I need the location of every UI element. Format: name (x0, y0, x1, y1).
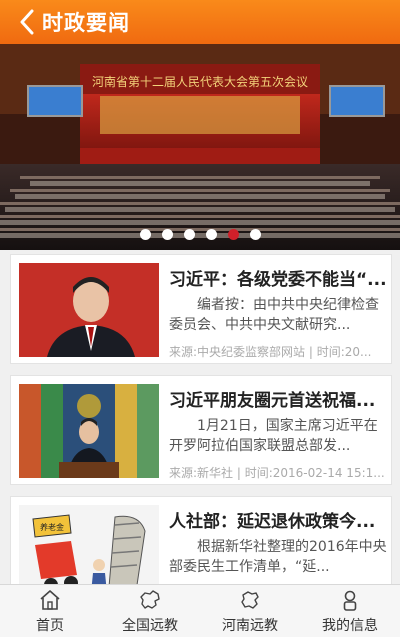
news-summary: 根据新华社整理的2016年中央部委民生工作清单，“延... (169, 539, 387, 575)
news-thumbnail (19, 384, 159, 478)
tab-national-edu[interactable]: 全国远教 (100, 585, 200, 637)
china-map-icon (140, 589, 160, 609)
banner-image: 河南省第十二届人民代表大会第五次会议 (0, 44, 400, 250)
bottom-tab-bar: 首页 全国远教 河南远教 我的信息 (0, 584, 400, 637)
tab-home-label: 首页 (36, 617, 64, 634)
banner-carousel[interactable]: 河南省第十二届人民代表大会第五次会议 (0, 44, 400, 250)
thumb-label: 养老金 (40, 522, 64, 532)
news-title: 习近平朋友圈元首送祝福... (169, 391, 376, 411)
chevron-left-icon (20, 9, 34, 35)
carousel-dots (0, 229, 400, 240)
tab-home[interactable]: 首页 (0, 585, 100, 637)
news-item[interactable]: 习近平朋友圈元首送祝福... 1月21日，国家主席习近平在开罗阿拉伯国家联盟总部… (10, 375, 392, 485)
tab-henan-edu[interactable]: 河南远教 (200, 585, 300, 637)
back-button[interactable] (14, 0, 40, 44)
carousel-dot[interactable] (139, 229, 151, 240)
news-summary: 编者按：由中共中央纪律检查委员会、中共中央文献研究... (169, 297, 379, 333)
news-list[interactable]: 习近平：各级党委不能当“... 编者按：由中共中央纪律检查委员会、中共中央文献研… (0, 252, 400, 584)
carousel-dot[interactable] (161, 229, 173, 240)
home-icon (40, 589, 60, 610)
carousel-dot[interactable] (183, 229, 195, 240)
news-item[interactable]: 养老金 人社部：延迟退休政策今... 根据新华社整理的2016年中央部委民生工作… (10, 496, 392, 584)
banner-sign-text: 河南省第十二届人民代表大会第五次会议 (92, 74, 308, 89)
news-meta: 来源:中央纪委监察部网站 | 时间:20... (169, 345, 372, 359)
tab-my-info[interactable]: 我的信息 (300, 585, 400, 637)
carousel-dot[interactable] (227, 229, 239, 240)
carousel-dot[interactable] (249, 229, 261, 240)
app-header: 时政要闻 (0, 0, 400, 44)
henan-map-icon (241, 590, 259, 609)
news-title: 人社部：延迟退休政策今... (169, 512, 376, 532)
news-thumbnail (19, 263, 159, 357)
tab-national-edu-label: 全国远教 (122, 617, 178, 634)
page-title: 时政要闻 (42, 11, 130, 35)
news-thumbnail: 养老金 (19, 505, 159, 584)
news-summary: 1月21日，国家主席习近平在开罗阿拉伯国家联盟总部发... (169, 418, 378, 454)
tab-henan-edu-label: 河南远教 (222, 617, 278, 634)
user-icon (343, 590, 357, 611)
tab-my-info-label: 我的信息 (322, 617, 378, 634)
news-item[interactable]: 习近平：各级党委不能当“... 编者按：由中共中央纪律检查委员会、中共中央文献研… (10, 254, 392, 364)
news-meta: 来源:新华社 | 时间:2016-02-14 15:1... (169, 466, 385, 480)
news-title: 习近平：各级党委不能当“... (169, 270, 387, 290)
carousel-dot[interactable] (205, 229, 217, 240)
